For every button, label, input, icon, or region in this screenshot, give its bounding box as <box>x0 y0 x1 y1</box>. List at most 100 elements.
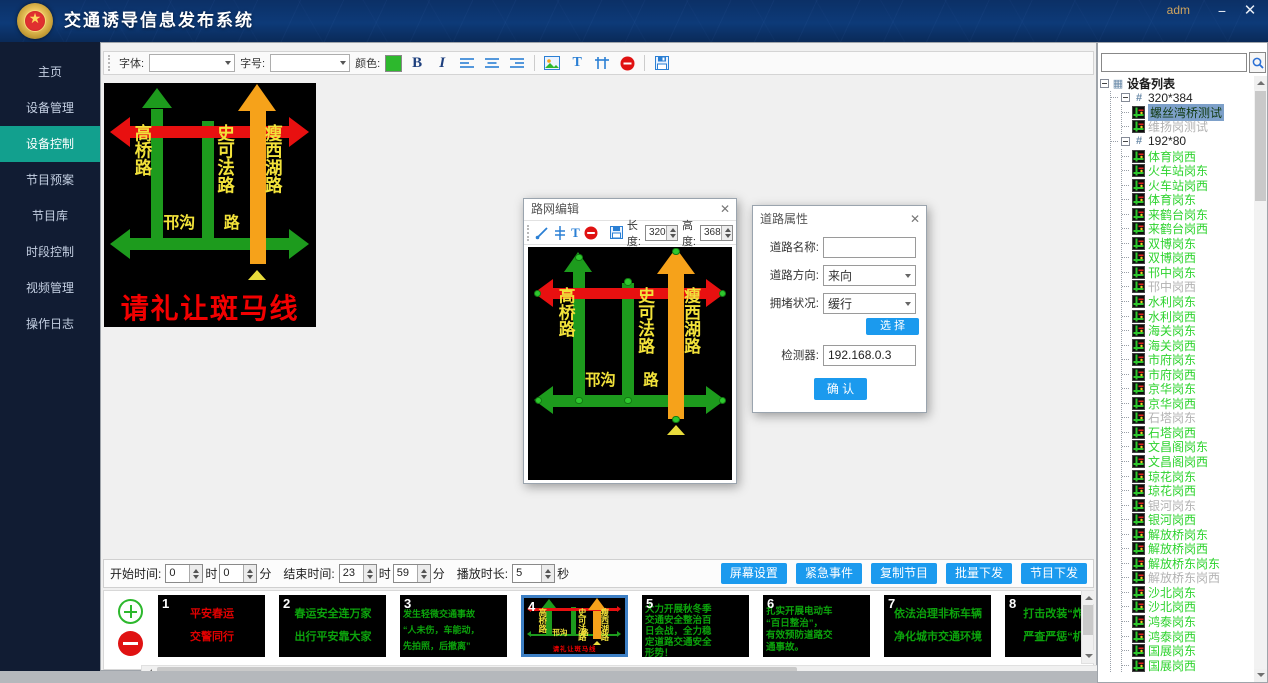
draw-crossing-button[interactable] <box>553 223 567 243</box>
add-program-button[interactable] <box>118 599 143 624</box>
scroll-up-icon[interactable] <box>1254 76 1267 89</box>
sidebar-item-program-library[interactable]: 节目库 <box>0 198 100 234</box>
delete-button[interactable] <box>617 53 637 73</box>
scrollbar-thumb[interactable] <box>1083 605 1093 635</box>
search-button[interactable] <box>1249 52 1266 73</box>
sidebar-item-video-management[interactable]: 视频管理 <box>0 270 100 306</box>
spin-down-icon[interactable] <box>244 574 256 583</box>
bold-button[interactable]: B <box>407 53 427 73</box>
sidebar-item-operation-log[interactable]: 操作日志 <box>0 306 100 342</box>
scrollbar-thumb[interactable] <box>1255 91 1266 201</box>
traffic-signal-icon <box>1132 411 1145 424</box>
delete-button[interactable] <box>584 223 598 243</box>
duration-spinner[interactable]: 5 <box>512 564 555 583</box>
scroll-up-icon[interactable] <box>1082 591 1095 604</box>
control-point[interactable] <box>719 397 726 404</box>
detector-input[interactable]: 192.168.0.3 <box>823 345 916 366</box>
tree-group-label[interactable]: 192*80 <box>1148 134 1186 148</box>
thumbnail-6[interactable]: 6扎实开展电动车“百日整治”，有效预防道路交通事故。 <box>763 595 870 657</box>
control-point[interactable] <box>672 248 679 255</box>
screen-settings-button[interactable]: 屏幕设置 <box>721 563 787 584</box>
align-center-button[interactable] <box>482 53 502 73</box>
end-hour-spinner[interactable]: 23 <box>339 564 377 583</box>
congestion-select[interactable]: 缓行 <box>823 293 916 314</box>
program-send-button[interactable]: 节目下发 <box>1021 563 1087 584</box>
sidebar-item-home[interactable]: 主页 <box>0 54 100 90</box>
spin-down-icon[interactable] <box>190 574 202 583</box>
control-point[interactable] <box>534 290 541 297</box>
emergency-event-button[interactable]: 紧急事件 <box>796 563 862 584</box>
font-size-dropdown[interactable] <box>270 54 350 72</box>
thumbnail-vertical-scrollbar[interactable] <box>1081 590 1094 664</box>
align-right-button[interactable] <box>507 53 527 73</box>
copy-program-button[interactable]: 复制节目 <box>871 563 937 584</box>
spin-up-icon[interactable] <box>542 565 554 574</box>
spin-up-icon[interactable] <box>190 565 202 574</box>
thumbnail-4[interactable]: 4高桥路史可法路瘦西湖路邗沟路请礼让斑马线 <box>521 595 628 657</box>
minimize-icon[interactable]: − <box>1212 2 1232 20</box>
thumbnail-5[interactable]: 5大力开展秋冬季交通安全整治百日会战，全力稳定道路交通安全形势！ <box>642 595 749 657</box>
insert-image-button[interactable] <box>542 53 562 73</box>
select-detector-button[interactable]: 选 择 <box>866 318 919 335</box>
height-spinner[interactable]: 368 <box>700 225 733 241</box>
tree-root-label[interactable]: 设备列表 <box>1127 76 1175 92</box>
control-point[interactable] <box>719 290 726 297</box>
collapse-icon[interactable] <box>1121 137 1130 146</box>
sidebar-item-time-control[interactable]: 时段控制 <box>0 234 100 270</box>
sidebar-item-device-management[interactable]: 设备管理 <box>0 90 100 126</box>
control-point[interactable] <box>575 254 582 261</box>
control-point[interactable] <box>575 397 582 404</box>
control-point[interactable] <box>624 397 631 404</box>
road-network-canvas[interactable]: 高桥路史可法路瘦西湖路邗沟路 <box>528 247 732 480</box>
close-icon[interactable]: ✕ <box>910 206 920 232</box>
font-family-dropdown[interactable] <box>149 54 235 72</box>
thumbnail-7[interactable]: 7依法治理非标车辆净化城市交通环境 <box>884 595 991 657</box>
device-tree-scrollbar[interactable] <box>1254 76 1267 682</box>
device-name[interactable]: 维扬岗测试 <box>1148 118 1208 135</box>
close-icon[interactable]: ✕ <box>1240 2 1260 20</box>
led-preview-panel[interactable]: 高桥路史可法路瘦西湖路邗沟路请礼让斑马线 <box>104 83 316 327</box>
scroll-down-icon[interactable] <box>1082 650 1095 663</box>
align-left-button[interactable] <box>457 53 477 73</box>
thumbnail-8[interactable]: 8打击改装“炸街严查严惩“机车 <box>1005 595 1084 657</box>
device-name[interactable]: 国展岗西 <box>1148 657 1196 674</box>
road-network-button[interactable] <box>592 53 612 73</box>
collapse-icon[interactable] <box>1121 93 1130 102</box>
batch-send-button[interactable]: 批量下发 <box>946 563 1012 584</box>
start-hour-spinner[interactable]: 0 <box>165 564 203 583</box>
color-swatch[interactable] <box>385 55 402 72</box>
sidebar-item-device-control[interactable]: 设备控制 <box>0 126 100 162</box>
tree-group-label[interactable]: 320*384 <box>1148 91 1193 105</box>
spin-up-icon[interactable] <box>418 565 430 574</box>
length-spinner[interactable]: 320 <box>645 225 678 241</box>
thumbnail-1[interactable]: 1平安春运交警同行 <box>158 595 265 657</box>
close-icon[interactable]: ✕ <box>720 199 730 220</box>
spin-up-icon[interactable] <box>244 565 256 574</box>
road-direction-select[interactable]: 来向 <box>823 265 916 286</box>
control-point[interactable] <box>624 278 631 285</box>
save-button[interactable] <box>652 53 672 73</box>
thumbnail-3[interactable]: 3发生轻微交通事故“人未伤，车能动，先拍照，后撤离” <box>400 595 507 657</box>
insert-text-button[interactable]: T <box>567 53 587 73</box>
save-button[interactable] <box>610 223 623 243</box>
start-minute-spinner[interactable]: 0 <box>219 564 257 583</box>
spin-up-icon[interactable] <box>364 565 376 574</box>
remove-program-button[interactable] <box>118 631 143 656</box>
road-name-input[interactable] <box>823 237 916 258</box>
end-minute-spinner[interactable]: 59 <box>393 564 431 583</box>
spin-down-icon[interactable] <box>364 574 376 583</box>
scroll-down-icon[interactable] <box>1254 669 1267 682</box>
window-bottom-scrollbar[interactable] <box>0 671 1097 683</box>
collapse-icon[interactable] <box>1100 79 1109 88</box>
sidebar-nav: 主页 设备管理 设备控制 节目预案 节目库 时段控制 视频管理 操作日志 <box>0 42 100 671</box>
confirm-button[interactable]: 确 认 <box>814 378 867 400</box>
draw-line-button[interactable] <box>535 223 549 243</box>
spin-down-icon[interactable] <box>418 574 430 583</box>
control-point[interactable] <box>672 416 679 423</box>
device-search-input[interactable] <box>1101 53 1247 72</box>
add-text-button[interactable]: T <box>571 223 580 243</box>
sidebar-item-program-plan[interactable]: 节目预案 <box>0 162 100 198</box>
italic-button[interactable]: I <box>432 53 452 73</box>
spin-down-icon[interactable] <box>542 574 554 583</box>
thumbnail-2[interactable]: 2春运安全连万家出行平安靠大家 <box>279 595 386 657</box>
